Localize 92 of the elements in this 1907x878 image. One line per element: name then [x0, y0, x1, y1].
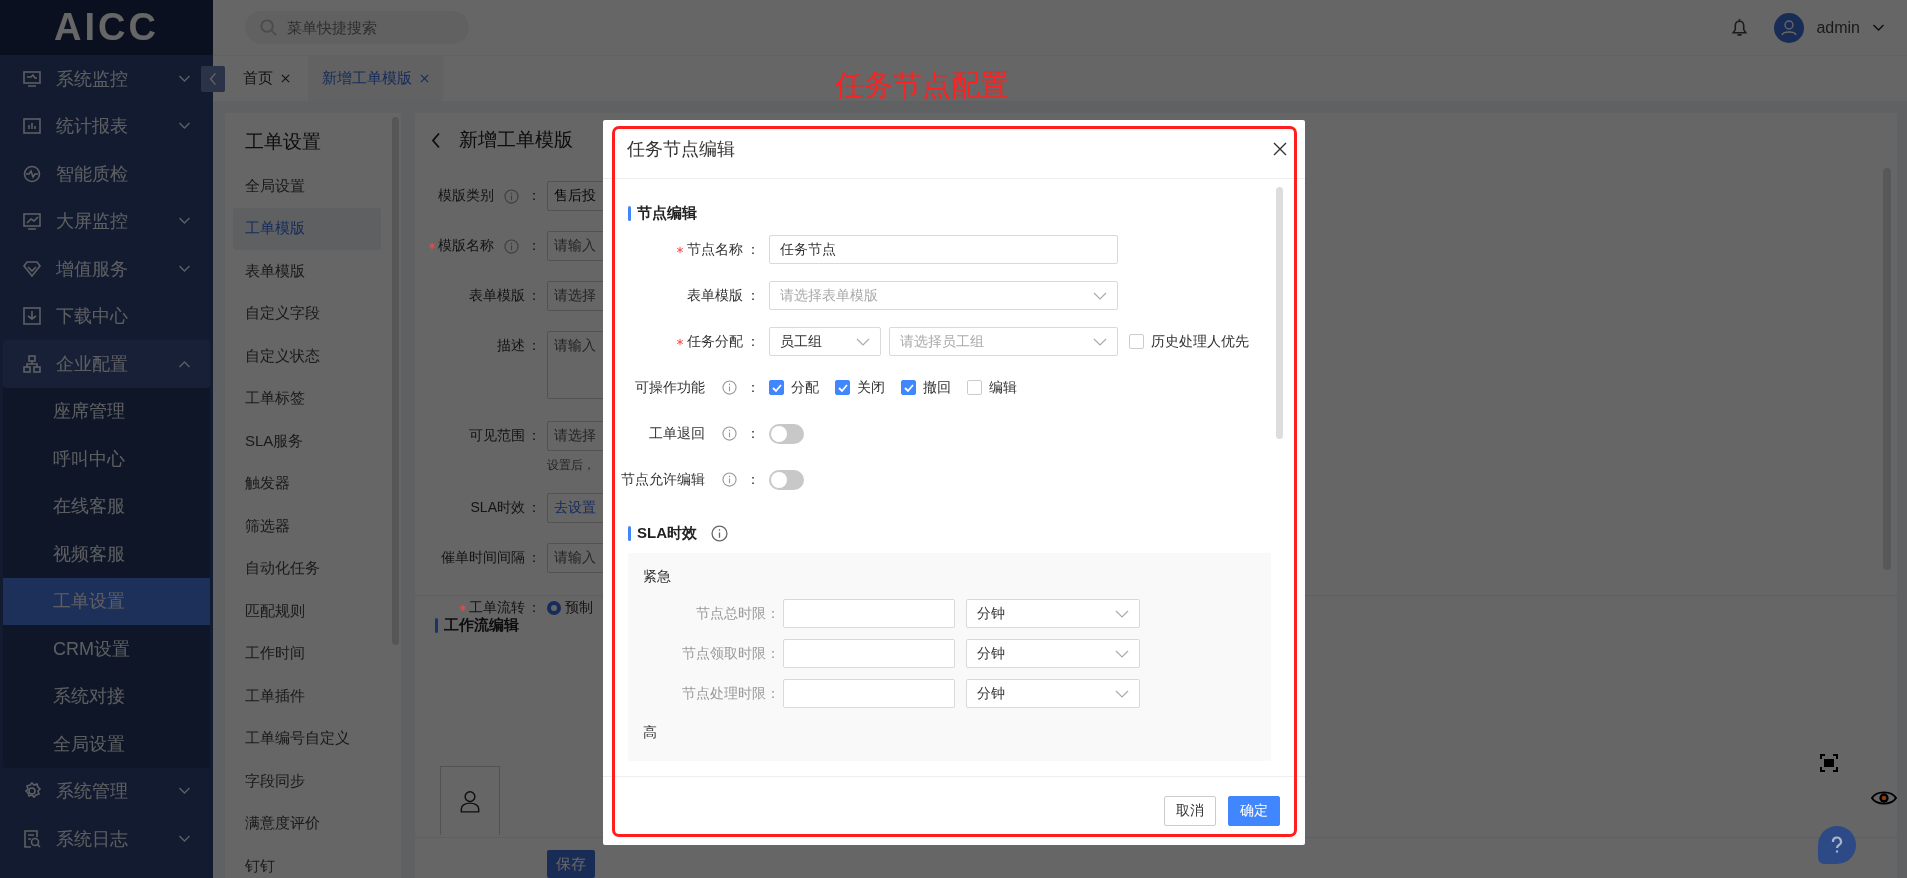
settings-menu-item[interactable]: 筛选器 [233, 505, 393, 548]
sidebar-item[interactable]: 统计报表 [0, 102, 213, 150]
sidebar-subitem[interactable]: CRM设置 [3, 625, 210, 673]
select-field[interactable]: 员工组 [769, 327, 881, 356]
select-field[interactable]: 请选择表单模版 [769, 281, 1118, 310]
page-title: 新增工单模版 [459, 128, 573, 152]
field-label: 表单模版 [468, 287, 525, 305]
settings-menu-item[interactable]: 自动化任务 [233, 547, 393, 590]
settings-menu-item[interactable]: 全局设置 [233, 165, 393, 208]
panel-title: 工单设置 [244, 130, 322, 154]
priority-label: 高 [643, 723, 658, 742]
field-label: 节点名称 [686, 240, 743, 259]
section-title: SLA时效 [637, 523, 697, 543]
label-colon: ： [526, 187, 541, 205]
field-label: 可见范围 [468, 427, 525, 445]
sidebar-item[interactable]: 大屏监控 [0, 197, 213, 245]
tab[interactable]: 首页 [229, 56, 304, 101]
settings-menu-item[interactable]: 匹配规则 [233, 590, 393, 633]
confirm-button[interactable]: 确定 [1228, 796, 1280, 826]
sidebar-subitem[interactable]: 全局设置 [3, 720, 210, 768]
select-field[interactable]: 分钟 [966, 599, 1140, 628]
sidebar-subitem[interactable]: 呼叫中心 [3, 435, 210, 483]
field-label: 节点领取时限： [681, 644, 780, 663]
checkbox-label: 分配 [791, 378, 819, 397]
user-name[interactable]: admin [1816, 18, 1860, 37]
tab[interactable]: 新增工单模版 [308, 56, 443, 101]
settings-menu-item[interactable]: 触发器 [233, 462, 393, 505]
field-label: 工单退回 [648, 424, 705, 443]
settings-menu-item[interactable]: 工单标签 [233, 377, 393, 420]
label-colon: ： [746, 240, 760, 259]
settings-menu-item[interactable]: 工单编号自定义 [233, 717, 393, 760]
annotation-title: 任务节点配置 [835, 68, 1009, 103]
priority-label: 紧急 [643, 567, 672, 586]
field-label: 描述 [496, 337, 525, 355]
label-colon: ： [745, 378, 760, 397]
sidebar-item[interactable]: 智能质检 [0, 150, 213, 198]
checkbox-label: 历史处理人优先 [1151, 332, 1249, 351]
settings-menu-item[interactable]: 字段同步 [233, 760, 393, 803]
field-label: 任务分配 [686, 332, 743, 351]
settings-menu-item[interactable]: SLA服务 [233, 420, 393, 463]
settings-menu-item[interactable]: 自定义字段 [233, 292, 393, 335]
section-title: 工作流编辑 [444, 616, 519, 635]
settings-menu-item[interactable]: 满意度评价 [233, 802, 393, 845]
label-colon: ： [527, 549, 541, 567]
label-colon: ： [527, 599, 541, 617]
cancel-button[interactable]: 取消 [1164, 796, 1216, 826]
field-label: 可操作功能 [634, 378, 705, 397]
field-label: 工单流转 [468, 599, 525, 617]
sidebar-subitem[interactable]: 座席管理 [3, 387, 210, 435]
settings-menu-item[interactable]: 钉钉 [233, 845, 393, 878]
sidebar-item[interactable]: 下载中心 [0, 292, 213, 340]
label-colon: ： [527, 337, 541, 355]
sidebar-subitem[interactable]: 系统对接 [3, 672, 210, 720]
sidebar-subitem[interactable]: 工单设置 [3, 577, 210, 625]
label-colon: ： [745, 470, 760, 489]
settings-menu-item[interactable]: 工单插件 [233, 675, 393, 718]
label-colon: ： [527, 287, 541, 305]
checkbox-label: 撤回 [923, 378, 951, 397]
sidebar-item[interactable]: 系统日志 [0, 815, 213, 863]
field-label: 节点处理时限： [681, 684, 780, 703]
label-colon: ： [527, 499, 541, 517]
settings-menu-item[interactable]: 表单模版 [233, 250, 393, 293]
sidebar-subitem[interactable]: 在线客服 [3, 482, 210, 530]
dialog-title: 任务节点编辑 [627, 138, 735, 161]
settings-menu-item[interactable]: 工单模版 [233, 207, 381, 250]
sidebar-item[interactable]: 增值服务 [0, 245, 213, 293]
field-label: 节点允许编辑 [620, 470, 705, 489]
settings-menu-item[interactable]: 工作时间 [233, 632, 393, 675]
sidebar-item[interactable]: 企业配置 [3, 340, 210, 388]
select-field[interactable]: 分钟 [966, 639, 1140, 668]
field-label: 催单时间间隔 [440, 549, 525, 567]
radio-label: 预制 [565, 599, 593, 617]
checkbox-label: 编辑 [989, 378, 1017, 397]
label-colon: ： [745, 424, 760, 443]
field-label: 模版类别 [437, 187, 494, 205]
save-button[interactable]: 保存 [547, 850, 595, 878]
input-field[interactable]: 任务节点 [769, 235, 1118, 264]
field-label: 表单模版 [686, 286, 743, 305]
label-colon: ： [526, 237, 541, 255]
section-title: 节点编辑 [637, 203, 697, 223]
label-colon: ： [746, 286, 760, 305]
field-label: 模版名称 [437, 237, 494, 255]
settings-menu-item[interactable]: 自定义状态 [233, 335, 393, 378]
logo: AICC [0, 0, 213, 55]
select-field[interactable]: 请选择员工组 [889, 327, 1118, 356]
field-label: SLA时效 [469, 499, 525, 517]
label-colon: ： [746, 332, 760, 351]
label-colon: ： [527, 427, 541, 445]
checkbox-label: 关闭 [857, 378, 885, 397]
field-label: 节点总时限： [695, 604, 780, 623]
select-field[interactable]: 分钟 [966, 679, 1140, 708]
sidebar-subitem[interactable]: 视频客服 [3, 530, 210, 578]
